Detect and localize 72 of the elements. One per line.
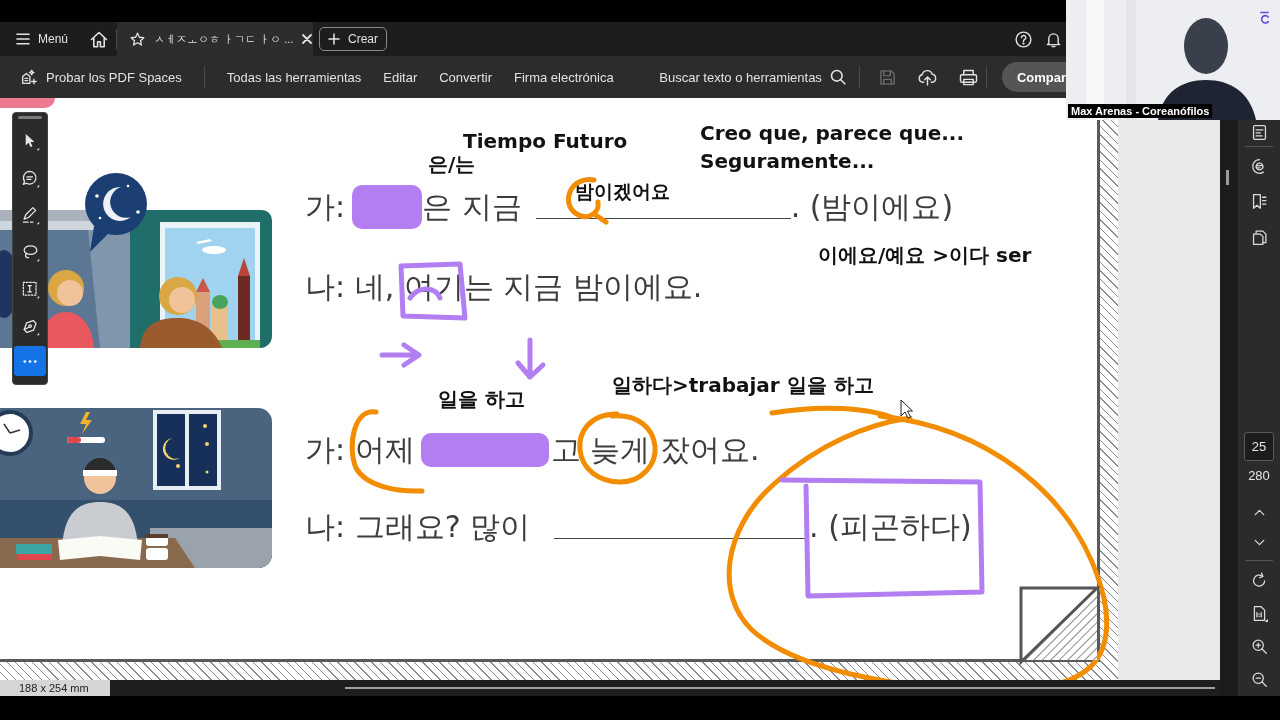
save-icon (878, 68, 896, 86)
home-button[interactable] (90, 30, 109, 48)
comment-icon (20, 168, 40, 188)
document-list-icon (1250, 123, 1268, 141)
toolbar-menu-item[interactable]: Convertir (439, 70, 492, 84)
page-number-field[interactable]: 25 (1244, 432, 1274, 461)
annotation-text: Creo que, parece que... (700, 122, 965, 144)
share-button[interactable]: Compar (1001, 62, 1066, 92)
dialogue-text: 어제 (354, 432, 415, 468)
more-icon (23, 359, 37, 363)
dialogue-text: 늦게 (590, 432, 651, 468)
close-icon (302, 34, 313, 44)
create-button[interactable]: Crear (319, 27, 388, 51)
annotation-text: 밤이겠어요 (575, 180, 670, 202)
participant-name: Max Arenas - Coreanófilos (1068, 104, 1213, 118)
ink-box (398, 261, 468, 321)
dialogue-text: 고 (550, 432, 581, 468)
annotation-text: Seguramente... (700, 150, 875, 172)
rotate-icon (1250, 572, 1268, 589)
dialogue-text: 가: (305, 189, 346, 225)
close-button[interactable] (302, 34, 313, 44)
pages-icon (1250, 228, 1268, 246)
dialogue-text: 은 지금 (422, 189, 522, 225)
bookmark-icon (1250, 192, 1268, 210)
page-size-label: 188 x 254 mm (0, 680, 110, 696)
c-logo-icon (1259, 11, 1270, 25)
home-icon (90, 30, 109, 48)
printer-icon (958, 68, 978, 86)
search-button[interactable]: Buscar texto o herramientas (659, 69, 846, 85)
dialogue-text: . (밤이에요) (790, 189, 954, 225)
annotation-text: 일을 하고 (438, 388, 525, 410)
dialogue-text: 나: 네, (305, 269, 395, 305)
zoom-out-icon (1250, 671, 1268, 688)
toolbar-menu-item[interactable]: Firma electrónica (513, 70, 614, 84)
help-icon (1015, 30, 1032, 48)
notifications-button[interactable] (1046, 30, 1061, 48)
cloud-upload-icon (917, 68, 937, 86)
ink-arrow (379, 342, 422, 368)
pdf-spaces-button[interactable]: Probar los PDF Spaces (20, 68, 182, 86)
print-button[interactable] (958, 68, 978, 86)
annotation-text: 일하다>trabajar 일을 하고 (612, 374, 874, 396)
mouse-pointer-icon (900, 399, 913, 419)
dialogue-text: 잤어요. (659, 432, 760, 468)
toolbar-menu-item[interactable]: Editar (383, 70, 418, 84)
menu-button[interactable]: Menú (16, 33, 69, 45)
star-icon (130, 31, 146, 47)
dialogue-text: 가: (305, 432, 346, 468)
menu-icon (16, 33, 30, 45)
search-icon (829, 69, 846, 85)
help-button[interactable] (1015, 30, 1032, 48)
bell-icon (1046, 30, 1061, 48)
dialogue-text: . (피곤하다) (809, 509, 972, 545)
zoom-in-icon (1250, 638, 1268, 655)
horizontal-scrollbar[interactable] (345, 687, 1215, 689)
page-corner-decoration (0, 98, 55, 108)
drag-handle[interactable] (18, 116, 42, 119)
toolbar-menu-item[interactable]: Todas las herramientas (226, 70, 362, 84)
plus-icon (328, 33, 341, 45)
dialogue-text: 는 지금 밤이에요. (463, 269, 703, 305)
upload-button[interactable] (917, 68, 937, 86)
scrollbar-thumb[interactable] (1226, 170, 1229, 185)
annotation-text: 은/는 (428, 153, 476, 175)
annotation-text: 이에요/예요 >이다 ser (818, 244, 1032, 266)
annotation-text: Tiempo Futuro (463, 130, 628, 152)
page-count: 280 (1248, 467, 1270, 485)
sparkle-plus-icon (20, 68, 38, 86)
document-tab[interactable]: ㅅㅔㅈㅗㅇㅎ ㅏㄱㄷ ㅏㅇ ... (117, 22, 314, 56)
pen-icon (20, 205, 40, 225)
ink-scribble (352, 185, 423, 229)
ink-arrow (515, 337, 546, 380)
dialogue-text: 나: 그래요? 많이 (305, 509, 531, 545)
text-select-icon (20, 279, 40, 299)
